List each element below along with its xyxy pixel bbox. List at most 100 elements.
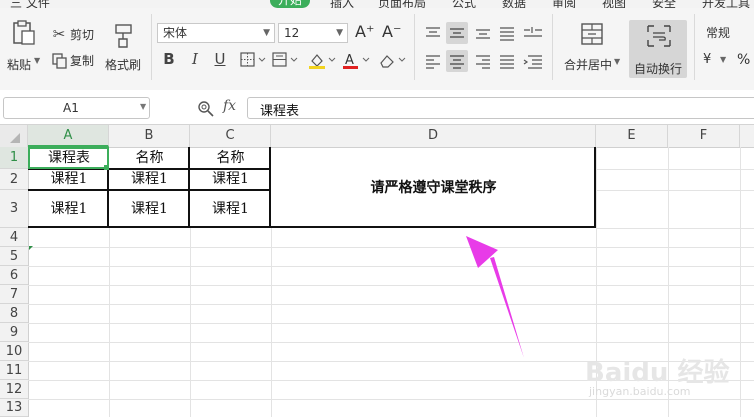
font-size-select[interactable]: 12 ▼ [278, 23, 348, 43]
font-color-icon[interactable]: A [342, 52, 372, 70]
align-left-icon[interactable] [424, 53, 442, 69]
currency-icon[interactable]: ¥ [703, 52, 711, 67]
align-right-icon[interactable] [474, 53, 492, 69]
wrap-text-icon [647, 25, 671, 47]
tab-review[interactable]: 审阅 [552, 0, 576, 8]
align-center-icon [450, 55, 464, 69]
tab-insert[interactable]: 插入 [330, 0, 354, 8]
chevron-down-icon: ▼ [263, 28, 270, 38]
copy-icon [52, 53, 67, 69]
name-box[interactable]: A1 ▼ [3, 97, 150, 119]
font-name-select[interactable]: 宋体 ▼ [157, 23, 275, 43]
number-format-select[interactable]: 常规 [700, 23, 754, 43]
formula-input[interactable]: 课程表 [247, 97, 754, 119]
row-header-1[interactable]: 1 [0, 147, 28, 169]
tab-formulas[interactable]: 公式 [452, 0, 476, 8]
underline-icon[interactable]: U [212, 51, 228, 67]
cell-b3[interactable]: 课程1 [109, 190, 190, 228]
tab-security[interactable]: 安全 [652, 0, 676, 8]
watermark-brand: Baidu 经验 [585, 358, 730, 388]
column-header-a[interactable]: A [28, 125, 109, 147]
select-all-corner[interactable] [0, 125, 28, 147]
wrap-text-button[interactable]: 自动换行 [629, 20, 687, 78]
row-header-10[interactable]: 10 [0, 342, 28, 361]
column-header-c[interactable]: C [190, 125, 271, 147]
format-painter-button[interactable]: 格式刷 [103, 12, 145, 72]
column-header-d[interactable]: D [271, 125, 596, 147]
cell-a3[interactable]: 课程1 [29, 190, 109, 228]
font-size-value: 12 [284, 26, 300, 40]
row-header-2[interactable]: 2 [0, 169, 28, 190]
row-header-8[interactable]: 8 [0, 304, 28, 323]
ribbon-toolbar: 粘贴 ▼ ✂ 剪切 复制 格式刷 宋体 ▼ 12 ▼ A⁺ A⁻ B I U A… [0, 8, 754, 91]
row-header-9[interactable]: 9 [0, 323, 28, 342]
fill-handle[interactable] [104, 165, 109, 170]
fill-color-icon[interactable] [308, 52, 338, 70]
indent-icon[interactable] [522, 53, 544, 69]
tab-developer[interactable]: 开发工具 [702, 0, 750, 8]
copy-button[interactable]: 复制 [50, 52, 98, 70]
align-middle-button[interactable] [446, 22, 468, 44]
formula-bar: A1 ▼ fx 课程表 [0, 90, 754, 125]
watermark-url: jingyan.baidu.com [589, 385, 691, 398]
row-header-12[interactable]: 12 [0, 380, 28, 399]
align-bottom-icon[interactable] [474, 25, 492, 41]
distributed-icon[interactable] [522, 25, 544, 41]
chevron-down-icon: ▼ [720, 55, 727, 64]
active-cell-selection [28, 147, 109, 169]
row-header-11[interactable]: 11 [0, 361, 28, 380]
cell-b1[interactable]: 名称 [109, 148, 190, 169]
cell-b2[interactable]: 课程1 [109, 169, 190, 190]
cut-button[interactable]: ✂ 剪切 [50, 26, 98, 44]
cell-c2[interactable]: 课程1 [190, 169, 271, 190]
tab-file[interactable]: 三 文件 [10, 0, 50, 8]
function-icon[interactable]: fx [223, 98, 236, 114]
merge-cells-icon [581, 23, 603, 45]
paste-button[interactable]: 粘贴 ▼ [4, 12, 44, 72]
align-middle-icon [450, 28, 464, 38]
merged-cell-d1[interactable]: 请严格遵守课堂秩序 [271, 148, 596, 228]
cell-c3[interactable]: 课程1 [190, 190, 271, 228]
bold-icon[interactable]: B [161, 51, 177, 67]
shrink-font-button[interactable]: A⁻ [382, 22, 401, 41]
merge-center-button[interactable]: 合并居中 ▼ [560, 12, 624, 72]
cell-a2[interactable]: 课程1 [29, 169, 109, 190]
column-header-e[interactable]: E [596, 125, 668, 147]
row-header-3[interactable]: 3 [0, 190, 28, 228]
ribbon-tab-bar: 三 文件 开始 插入 页面布局 公式 数据 审阅 视图 安全 开发工具 [0, 0, 754, 8]
column-header-b[interactable]: B [109, 125, 190, 147]
comment-marker-icon [29, 246, 33, 250]
number-format-value: 常规 [706, 26, 731, 40]
wrap-text-label: 自动换行 [634, 62, 683, 76]
eraser-icon[interactable] [378, 52, 408, 70]
font-name-value: 宋体 [163, 26, 188, 40]
zoom-icon[interactable] [197, 100, 215, 118]
row-header-5[interactable]: 5 [0, 247, 28, 266]
chevron-down-icon: ▼ [614, 57, 621, 66]
cell-c1[interactable]: 名称 [190, 148, 271, 169]
name-box-value: A1 [63, 101, 79, 115]
tab-data[interactable]: 数据 [502, 0, 526, 8]
column-header-f[interactable]: F [668, 125, 740, 147]
justify-icon[interactable] [498, 53, 516, 69]
border-icon[interactable] [240, 52, 268, 68]
annotation-arrow-icon [466, 236, 524, 358]
tab-home[interactable]: 开始 [270, 0, 311, 8]
tab-view[interactable]: 视图 [602, 0, 626, 8]
cell-style-icon[interactable] [272, 52, 300, 68]
align-top-icon[interactable] [424, 25, 442, 41]
align-center-button[interactable] [446, 50, 468, 72]
tab-page-layout[interactable]: 页面布局 [378, 0, 426, 8]
row-header-13[interactable]: 13 [0, 399, 28, 417]
grow-font-button[interactable]: A⁺ [355, 22, 374, 41]
italic-icon[interactable]: I [187, 51, 203, 67]
percent-icon[interactable]: % [737, 52, 750, 68]
row-header-4[interactable]: 4 [0, 228, 28, 247]
format-painter-icon [115, 24, 132, 48]
row-header-7[interactable]: 7 [0, 285, 28, 304]
baidu-watermark: Baidu 经验 jingyan.baidu.com [585, 352, 750, 402]
paste-dropdown-icon[interactable]: ▼ [34, 56, 40, 65]
orientation-icon[interactable] [498, 25, 516, 41]
select-all-triangle-icon [10, 133, 20, 143]
row-header-6[interactable]: 6 [0, 266, 28, 285]
